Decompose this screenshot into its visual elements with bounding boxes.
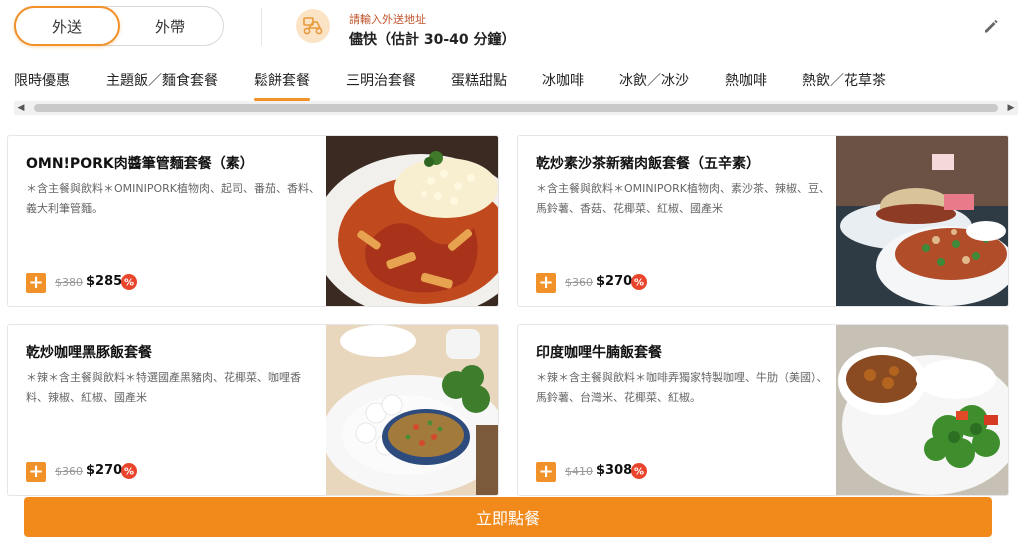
product-description: ＊含主餐與飲料＊OMINIPORK植物肉、素沙茶、辣椒、豆、馬鈴薯、香菇、花椰菜… [536, 182, 831, 215]
original-price: $360 [565, 276, 593, 289]
pickup-mode-button[interactable]: 外帶 [117, 6, 223, 46]
add-to-cart-button[interactable]: + [26, 273, 46, 293]
add-to-cart-button[interactable]: + [536, 273, 556, 293]
product-image[interactable] [313, 136, 498, 306]
add-to-cart-button[interactable]: + [536, 462, 556, 482]
sale-price: $270 [596, 274, 633, 289]
svg-text:%: % [634, 278, 644, 289]
tabs-scrollbar[interactable]: ◀ ▶ [14, 101, 1018, 115]
sale-price: $270 [86, 463, 123, 478]
product-card[interactable]: 乾炒咖哩黑豚飯套餐 ＊辣＊含主餐與飲料＊特選國產黑豬肉、花椰菜、咖哩香料、辣椒、… [7, 324, 499, 496]
order-now-button[interactable]: 立即點餐 [24, 497, 992, 537]
tab-hot-coffee[interactable]: 熱咖啡 [725, 70, 767, 100]
scroll-left-icon[interactable]: ◀ [14, 101, 28, 115]
product-name: 乾炒素沙茶新豬肉飯套餐（五辛素） [536, 156, 760, 172]
delivery-eta: 儘快（估計 30-40 分鐘） [349, 32, 516, 48]
product-name: 印度咖哩牛腩飯套餐 [536, 345, 662, 361]
product-image[interactable] [322, 325, 498, 495]
scroll-right-icon[interactable]: ▶ [1004, 101, 1018, 115]
tab-limited-offer[interactable]: 限時優惠 [14, 70, 70, 100]
product-description: ＊辣＊含主餐與飲料＊咖啡弄獨家特製咖哩、牛肋（美國）、馬鈴薯、台灣米、花椰菜、紅… [536, 371, 828, 404]
delivery-mode-button[interactable]: 外送 [14, 6, 120, 46]
order-mode-toggle: 外送 外帶 [14, 6, 224, 46]
svg-text:%: % [634, 467, 644, 478]
tab-cake-dessert[interactable]: 蛋糕甜點 [451, 70, 507, 100]
tab-iced-drinks[interactable]: 冰飲／冰沙 [619, 70, 689, 100]
sale-price: $308 [596, 463, 633, 478]
category-tabs: 限時優惠 主題飯／麵食套餐 鬆餅套餐 三明治套餐 蛋糕甜點 冰咖啡 冰飲／冰沙 … [0, 66, 1024, 101]
product-description: ＊含主餐與飲料＊OMINIPORK植物肉、起司、番茄、香料、義大利筆管麵。 [26, 182, 321, 215]
add-to-cart-button[interactable]: + [26, 462, 46, 482]
product-image[interactable] [836, 325, 1008, 495]
original-price: $380 [55, 276, 83, 289]
original-price: $360 [55, 465, 83, 478]
tab-hot-drinks-tea[interactable]: 熱飲／花草茶 [802, 70, 886, 100]
product-image[interactable] [836, 136, 1008, 306]
scooter-icon [296, 9, 330, 43]
discount-badge-icon: % [630, 462, 648, 480]
pencil-icon[interactable] [982, 17, 1002, 37]
sale-price: $285 [86, 274, 123, 289]
tab-waffle-set[interactable]: 鬆餅套餐 [254, 70, 310, 101]
tab-sandwich-set[interactable]: 三明治套餐 [346, 70, 416, 100]
scrollbar-thumb[interactable] [34, 104, 998, 112]
product-name: OMN!PORK肉醬筆管麵套餐（素） [26, 156, 254, 172]
discount-badge-icon: % [120, 273, 138, 291]
discount-badge-icon: % [120, 462, 138, 480]
product-name: 乾炒咖哩黑豚飯套餐 [26, 345, 152, 361]
address-prompt[interactable]: 請輸入外送地址 [349, 11, 426, 27]
svg-text:%: % [124, 278, 134, 289]
discount-badge-icon: % [630, 273, 648, 291]
header: 外送 外帶 請輸入外送地址 儘快（估計 30-40 分鐘） [0, 0, 1024, 56]
tab-iced-coffee[interactable]: 冰咖啡 [542, 70, 584, 100]
tab-rice-noodle-set[interactable]: 主題飯／麵食套餐 [106, 70, 218, 100]
svg-text:%: % [124, 467, 134, 478]
product-card[interactable]: 乾炒素沙茶新豬肉飯套餐（五辛素） ＊含主餐與飲料＊OMINIPORK植物肉、素沙… [517, 135, 1009, 307]
product-card[interactable]: OMN!PORK肉醬筆管麵套餐（素） ＊含主餐與飲料＊OMINIPORK植物肉、… [7, 135, 499, 307]
header-divider [261, 8, 262, 46]
original-price: $410 [565, 465, 593, 478]
product-description: ＊辣＊含主餐與飲料＊特選國產黑豬肉、花椰菜、咖哩香料、辣椒、紅椒、國產米 [26, 371, 301, 404]
product-card[interactable]: 印度咖哩牛腩飯套餐 ＊辣＊含主餐與飲料＊咖啡弄獨家特製咖哩、牛肋（美國）、馬鈴薯… [517, 324, 1009, 496]
